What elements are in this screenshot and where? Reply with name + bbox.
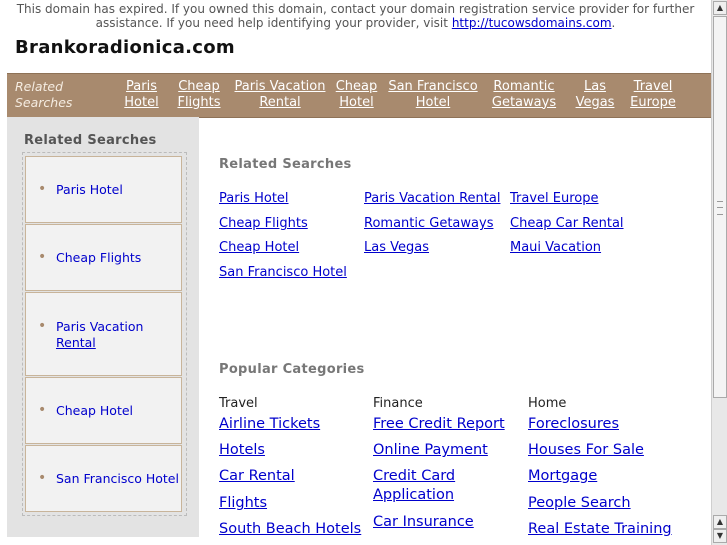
page-viewport: This domain has expired. If you owned th… — [0, 0, 711, 545]
nav-link-travel-europe[interactable]: Travel Europe — [625, 79, 681, 110]
category-link[interactable]: Airline Tickets — [219, 415, 320, 434]
sidebar-item-label: Paris Vacation — [56, 319, 144, 334]
category-link[interactable]: Online Payment — [373, 441, 488, 460]
related-link-cheap-flights[interactable]: Cheap Flights — [219, 216, 308, 231]
sidebar-item-label: Cheap Hotel — [56, 403, 134, 418]
category-link[interactable]: Houses For Sale — [528, 441, 644, 460]
sidebar-item-label-line2: Rental — [56, 335, 96, 350]
sidebar-item-paris-vacation-rental[interactable]: • Paris Vacation Rental — [25, 292, 182, 376]
nav-link-paris-vacation-rental[interactable]: Paris Vacation Rental — [234, 79, 326, 110]
sidebar-item-san-francisco-hotel[interactable]: • San Francisco Hotel — [25, 445, 182, 512]
related-link-san-francisco-hotel[interactable]: San Francisco Hotel — [219, 265, 347, 280]
tucows-link[interactable]: http://tucowsdomains.com — [452, 16, 612, 30]
related-link-maui-vacation[interactable]: Maui Vacation — [510, 240, 601, 255]
category-link[interactable]: Hotels — [219, 441, 265, 460]
bullet-icon: • — [38, 402, 47, 418]
related-link-romantic-getaways[interactable]: Romantic Getaways — [364, 216, 493, 231]
category-link[interactable]: Car Rental — [219, 467, 295, 486]
scroll-up-arrow-icon[interactable]: ▲ — [713, 515, 727, 529]
related-link-paris-vacation-rental[interactable]: Paris Vacation Rental — [364, 191, 500, 206]
sidebar-item-label: Paris Hotel — [56, 182, 123, 197]
bullet-icon: • — [38, 318, 47, 334]
related-link-travel-europe[interactable]: Travel Europe — [510, 191, 599, 206]
sidebar-title: Related Searches — [24, 133, 157, 148]
notice-period: . — [611, 16, 616, 30]
nav-link-romantic-getaways[interactable]: Romantic Getaways — [489, 79, 559, 110]
nav-label-line1: Related — [15, 79, 64, 94]
related-link-paris-hotel[interactable]: Paris Hotel — [219, 191, 289, 206]
scrollbar-thumb[interactable] — [713, 16, 727, 398]
sidebar-item-paris-hotel[interactable]: • Paris Hotel — [25, 156, 182, 223]
category-link[interactable]: Credit Card Application — [373, 467, 503, 505]
scroll-down-arrow-icon[interactable]: ▼ — [713, 529, 727, 543]
scrollbar-grip-icon — [717, 201, 723, 215]
category-link[interactable]: Car Insurance — [373, 513, 474, 532]
nav-link-san-francisco-hotel[interactable]: San Francisco Hotel — [387, 79, 479, 110]
category-link[interactable]: Free Credit Report — [373, 415, 505, 434]
vertical-scrollbar[interactable]: ▲ ▲ ▼ — [711, 0, 727, 545]
popular-categories-title: Popular Categories — [219, 362, 365, 377]
related-searches-title: Related Searches — [219, 157, 352, 172]
nav-label-line2: Searches — [15, 95, 73, 110]
scroll-up-arrow-icon[interactable]: ▲ — [713, 1, 727, 15]
category-heading-travel: Travel — [219, 396, 258, 411]
nav-link-paris-hotel[interactable]: Paris Hotel — [119, 79, 164, 110]
top-nav-bar: Related Searches Paris Hotel Cheap Flights… — [7, 73, 711, 118]
category-link[interactable]: People Search — [528, 494, 631, 513]
expired-notice: This domain has expired. If you owned th… — [0, 2, 711, 30]
bullet-icon: • — [38, 249, 47, 265]
nav-link-las-vegas[interactable]: Las Vegas — [573, 79, 617, 110]
category-link[interactable]: Flights — [219, 494, 267, 513]
category-link[interactable]: Mortgage — [528, 467, 597, 486]
bullet-icon: • — [38, 470, 47, 486]
bullet-icon: • — [38, 181, 47, 197]
related-link-cheap-hotel[interactable]: Cheap Hotel — [219, 240, 299, 255]
sidebar: Related Searches • Paris Hotel • Cheap F… — [7, 117, 199, 537]
nav-related-label: Related Searches — [15, 79, 85, 111]
site-title: Brankoradionica.com — [15, 37, 235, 58]
sidebar-item-cheap-hotel[interactable]: • Cheap Hotel — [25, 377, 182, 444]
related-link-las-vegas[interactable]: Las Vegas — [364, 240, 429, 255]
nav-link-cheap-flights[interactable]: Cheap Flights — [174, 79, 224, 110]
sidebar-item-cheap-flights[interactable]: • Cheap Flights — [25, 224, 182, 291]
category-link[interactable]: Real Estate Training — [528, 520, 672, 539]
nav-link-cheap-hotel[interactable]: Cheap Hotel — [334, 79, 379, 110]
sidebar-item-label: Cheap Flights — [56, 250, 142, 265]
category-heading-home: Home — [528, 396, 567, 411]
category-link[interactable]: Foreclosures — [528, 415, 619, 434]
sidebar-item-label: San Francisco Hotel — [56, 471, 179, 486]
related-link-cheap-car-rental[interactable]: Cheap Car Rental — [510, 216, 624, 231]
category-heading-finance: Finance — [373, 396, 423, 411]
category-link[interactable]: South Beach Hotels — [219, 520, 361, 539]
